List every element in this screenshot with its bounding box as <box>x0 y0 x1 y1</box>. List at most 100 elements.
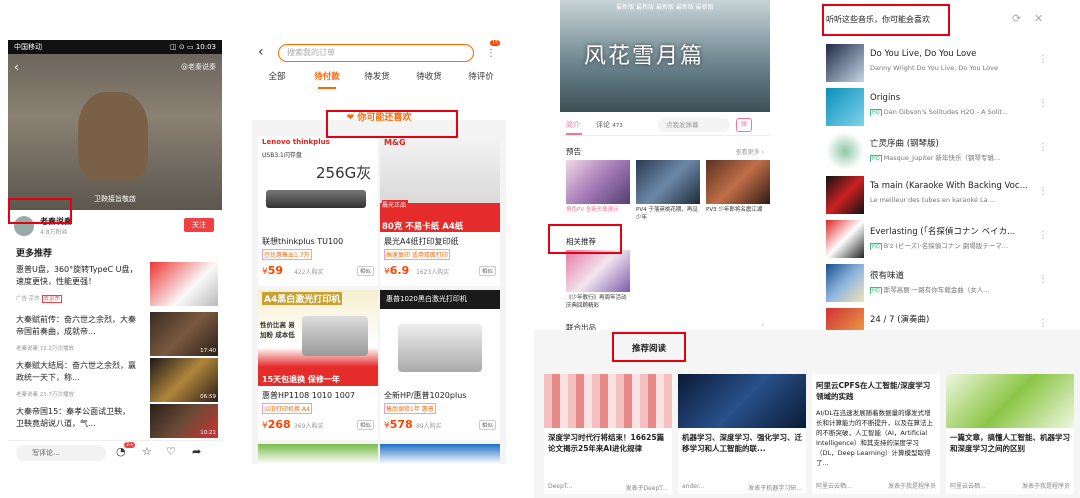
back-arrow-icon[interactable]: ‹ <box>258 44 264 60</box>
song-title: Do You Live, Do You Love <box>870 49 977 59</box>
refresh-icon[interactable]: ⟳ <box>1012 12 1021 25</box>
related-card[interactable]: 《少年歌行》再周年活动庆典回顾精彩 <box>566 250 630 310</box>
music-recommend-screen: 听听这些音乐，你可能会喜欢 ⟳ ✕ Do You Live, Do You Lo… <box>818 0 1058 334</box>
song-title: 24 / 7 (演奏曲) <box>870 315 930 325</box>
tab-all[interactable]: 全部 <box>252 70 302 84</box>
video-frame-figure <box>78 92 148 182</box>
product-name: 惠普HP1108 1010 1007 <box>262 391 356 400</box>
article-image <box>544 374 672 428</box>
episode-card[interactable]: PV4 于落英桃花期，再见少年 <box>636 160 700 222</box>
chevron-right-icon[interactable]: › <box>762 322 764 329</box>
star-icon[interactable]: ☆ <box>142 445 152 458</box>
article-image <box>946 374 1074 428</box>
article-card[interactable]: 机器学习、深度学习、强化学习、迁移学习和人工智能的联... ander... 发表… <box>678 374 806 494</box>
song-item[interactable]: 亡灵序曲 (钢琴版) HQ Masque_Jupiter 新年快乐（钢琴专辑...… <box>826 132 1052 172</box>
song-item[interactable]: Ta main (Karaoke With Backing Voca... Le… <box>826 176 1052 216</box>
close-icon[interactable]: ✕ <box>1034 12 1043 25</box>
see-more-link[interactable]: 查看更多 › <box>736 147 764 156</box>
album-cover <box>826 44 864 82</box>
like-icon[interactable]: ♡ <box>166 445 176 458</box>
follow-button[interactable]: 关注 <box>184 218 214 232</box>
search-input[interactable]: 搜索我的订单 <box>278 44 474 62</box>
article-card[interactable]: 深度学习时代行将结束！16625篇论文揭示25年来AI进化规律 DeepT...… <box>544 374 672 494</box>
song-item[interactable]: Do You Live, Do You Love Danny Wright Do… <box>826 44 1052 84</box>
product-card-partial[interactable] <box>380 444 500 464</box>
product-card[interactable]: 惠普1020黑白激光打印机 全新HP/惠普1020plus 售后保修1年 惠普 … <box>380 290 500 440</box>
more-icon: ⋮ <box>1038 318 1048 329</box>
tab-intro[interactable]: 简介 <box>566 120 582 135</box>
similar-button[interactable]: 相似 <box>356 420 374 430</box>
product-card[interactable]: Lenovo thinkplus USB3.1闪存盘 256G灰 联想think… <box>258 136 378 286</box>
tab-pending-payment[interactable]: 待付款 <box>302 70 352 89</box>
song-item[interactable]: Everlasting (「名探偵コナン ベイカ... HQ B'z (ビーズ)·… <box>826 220 1052 260</box>
list-item[interactable]: 惠普U盘，360°旋转TypeC U盘，速度更快，性能更强！ 广告 京东 去京东 <box>16 262 218 308</box>
product-card[interactable]: M&G 晨光正品 80克 不易卡纸 A4纸 晨光A4纸打印复印纸 高速复印 适用… <box>380 136 500 286</box>
song-item[interactable]: 很有味道 HQ 斯琴高丽·一路有你车载金曲（女人... ⋮ <box>826 264 1052 304</box>
similar-button[interactable]: 相似 <box>478 266 496 276</box>
article-footer: 阿里云云栖... 发表于我是程序员 <box>816 483 936 490</box>
related-caption: 《少年歌行》再周年活动庆典回顾精彩 <box>566 295 627 309</box>
tab-pending-review[interactable]: 待评价 <box>456 70 506 84</box>
more-icon: ⋮ <box>1038 98 1048 109</box>
video-cover[interactable]: 最新版 最新版 最新版 最新版 最新版 风花雪月篇 <box>560 0 770 112</box>
episode-card[interactable]: 角色PV 全新形象展示 <box>566 160 630 214</box>
song-artist: HQ Masque_Jupiter 新年快乐（钢琴专辑... <box>870 154 1001 162</box>
product-card[interactable]: A4黑白激光打印机 性价比高 易加粉 成本低 15天包退换 保修一年 惠普HP1… <box>258 290 378 440</box>
video-duration: 10:21 <box>200 430 216 436</box>
list-item[interactable]: 大秦赋大结局：奋六世之余烈，赢政统一天下，称... 老秦说秦 23.7万次播放 … <box>16 358 218 404</box>
article-title: 深度学习时代行将结束！16625篇论文揭示25年来AI进化规律 <box>548 433 665 453</box>
video-watermark: @老秦说秦 <box>181 63 216 71</box>
comment-bar: ✎ 写评论... ◔ 2+ ☆ ♡ ➦ <box>8 440 222 464</box>
status-icons: ◫ ⊙ ▭ 10:03 <box>170 43 216 51</box>
highlight-box <box>822 4 950 36</box>
article-card[interactable]: 阿里云CPFS在人工智能/深度学习领域的实践 AI/DL在迅速发展随着数据量的爆… <box>812 374 940 494</box>
more-icon[interactable]: ⋮ <box>486 48 496 59</box>
detail-tabs: 简介 评论 473 点我发弹幕 弹 <box>560 114 770 136</box>
order-tabs: 全部 待付款 待发货 待收货 待评价 <box>252 70 506 94</box>
product-tag: 已优惠售出1.7万 <box>262 249 312 260</box>
item-thumbnail <box>150 262 218 306</box>
product-image: M&G 晨光正品 80克 不易卡纸 A4纸 <box>380 136 500 232</box>
tab-pending-receipt[interactable]: 待收货 <box>404 70 454 84</box>
list-item[interactable]: 大秦帝国15：秦孝公面试卫鞅，卫鞅竟胡说八道，气... 10:21 <box>16 404 218 438</box>
video-duration: 06:59 <box>200 394 216 400</box>
song-title: 很有味道 <box>870 271 905 281</box>
status-bar: 中国移动 ◫ ⊙ ▭ 10:03 <box>8 40 222 54</box>
album-cover <box>826 88 864 126</box>
product-card-partial[interactable] <box>258 444 378 464</box>
video-player[interactable]: ‹ @老秦说秦 卫鞅接旨敬啟 <box>8 54 222 210</box>
tab-pending-shipment[interactable]: 待发货 <box>352 70 402 84</box>
more-icon: ⋮ <box>1038 186 1048 197</box>
product-image: Lenovo thinkplus USB3.1闪存盘 256G灰 <box>258 136 378 232</box>
comment-count-badge: 2+ <box>124 442 136 448</box>
episode-card[interactable]: PV3 少年郎将名震江湖 <box>706 160 770 214</box>
article-card[interactable]: 一篇文章，搞懂人工智能、机器学习和深度学习之间的区别 阿里云云栖... 发表于我是… <box>946 374 1074 494</box>
product-name: 联想thinkplus TU100 <box>262 237 344 246</box>
product-name: 晨光A4纸打印复印纸 <box>384 237 459 246</box>
similar-button[interactable]: 相似 <box>356 266 374 276</box>
song-artist: Danny Wright Do You Live, Do You Love <box>870 64 998 72</box>
product-price: ¥59 <box>262 264 284 277</box>
product-name: 全新HP/惠普1020plus <box>384 391 467 400</box>
song-title: Ta main (Karaoke With Backing Voca... <box>870 181 1032 191</box>
episode-caption: PV3 少年郎将名震江湖 <box>706 207 763 213</box>
episode-caption: PV4 于落英桃花期，再见少年 <box>636 207 698 221</box>
more-recommend-title: 更多推荐 <box>16 249 53 259</box>
preview-title: 预告 <box>566 147 581 156</box>
list-item[interactable]: 大秦赋前传：奋六世之余烈，大秦帝国前奏曲，成就帝... 老秦说秦 72.2万次播… <box>16 312 218 358</box>
share-icon[interactable]: ➦ <box>192 445 201 458</box>
item-thumbnail: 17:40 <box>150 312 218 356</box>
more-icon: ⋮ <box>1038 142 1048 153</box>
back-arrow-icon[interactable]: ‹ <box>14 60 19 74</box>
product-price: ¥578 <box>384 418 413 431</box>
tab-comments[interactable]: 评论 473 <box>596 120 623 130</box>
item-thumbnail: 10:21 <box>150 404 218 438</box>
song-item[interactable]: Origins HQ Dan Gibson's Solitudes H2O - A… <box>826 88 1052 128</box>
similar-button[interactable]: 相似 <box>478 420 496 430</box>
anime-detail-screen: 最新版 最新版 最新版 最新版 最新版 风花雪月篇 简介 评论 473 点我发弹… <box>560 0 770 334</box>
item-meta: 广告 京东 去京东 <box>16 295 63 303</box>
danmu-input[interactable]: 点我发弹幕 <box>658 118 730 132</box>
comment-input[interactable]: 写评论... <box>16 445 106 461</box>
item-title: 大秦赋大结局：奋六世之余烈，赢政统一天下，称... <box>16 361 136 382</box>
danmu-toggle-icon[interactable]: 弹 <box>736 118 752 132</box>
